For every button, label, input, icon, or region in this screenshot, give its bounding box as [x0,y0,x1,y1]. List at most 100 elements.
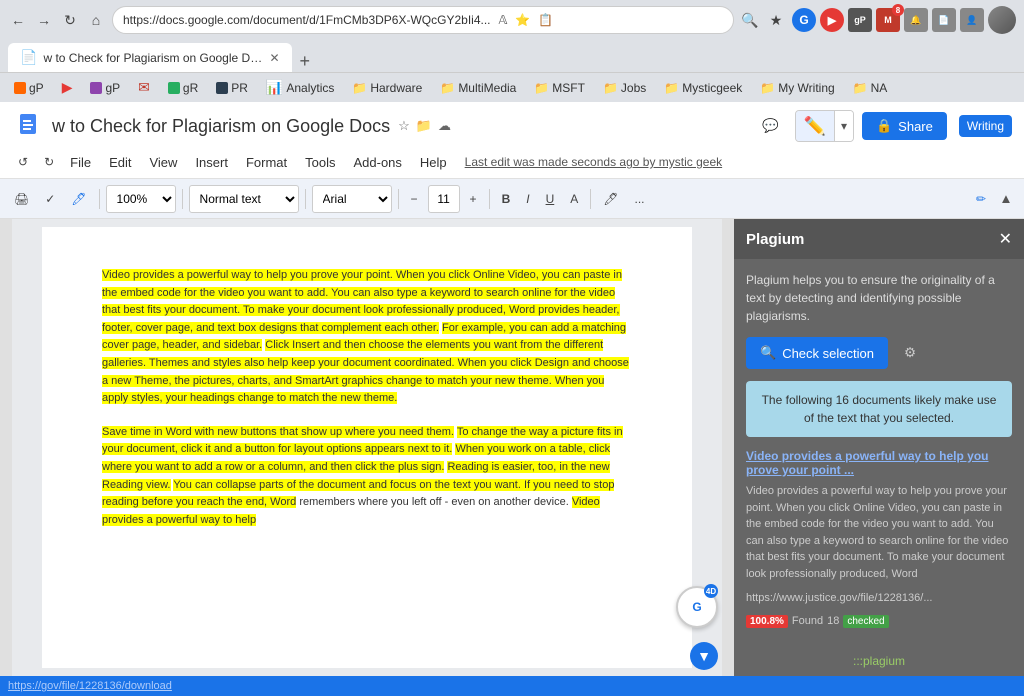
plagium-sidebar: Plagium ✕ Plagium helps you to ensure th… [734,219,1024,676]
favorites-button[interactable]: ★ [766,10,786,30]
highlight-button[interactable]: 🖊 [597,185,624,213]
bookmark-item-msft[interactable]: 📁 MSFT [528,79,591,97]
forward-button[interactable]: → [34,10,54,30]
move-icon[interactable]: 📁 [416,118,432,134]
gp2-icon [90,82,102,94]
menu-bar: ↺ ↻ File Edit View Insert Format Tools A… [12,146,1012,178]
font-decrease-button[interactable]: − [405,185,424,213]
font-increase-button[interactable]: + [464,185,483,213]
hardware-folder-icon: 📁 [352,81,367,95]
menu-help[interactable]: Help [412,151,455,174]
undo-button[interactable]: ↺ [12,148,34,176]
star-icon[interactable]: ☆ [398,118,410,134]
bookmarks-bar: gP ▶ gP ✉ gR PR 📊 Analytics 📁 Hardware 📁… [0,72,1024,102]
right-scrollbar[interactable] [722,219,734,676]
chat-icon-button[interactable]: 💬 [755,110,787,142]
bookmark-item-jobs[interactable]: 📁 Jobs [597,79,652,97]
grammarly-button[interactable]: G 4D [676,586,718,628]
plagium-header: Plagium ✕ [734,219,1024,259]
menu-tools[interactable]: Tools [297,151,343,174]
spell-check-button[interactable]: ✓ [39,185,61,213]
bookmark-item-multimedia[interactable]: 📁 MultiMedia [434,79,522,97]
bookmark-item-gpx[interactable]: gP [8,79,50,97]
bookmark-item-na[interactable]: 📁 NA [847,79,894,97]
writing-tab[interactable]: Writing [959,115,1012,137]
extension-icon-3[interactable]: 🔔 [904,8,928,32]
menu-addons[interactable]: Add-ons [345,151,409,174]
status-url[interactable]: https://gov/file/1228136/download [8,680,172,692]
paragraph-1: Video provides a powerful way to help yo… [102,267,632,408]
toolbar-collapse-button[interactable]: ▲ [996,189,1016,209]
google-account-icon[interactable]: G [792,8,816,32]
plagium-settings-button[interactable]: ⚙ [896,339,924,367]
plagium-result-link[interactable]: Video provides a powerful way to help yo… [746,449,1012,477]
scroll-down-button[interactable]: ▼ [690,642,718,670]
view-mode-toggle[interactable]: ✏️ ▾ [795,110,854,142]
bookmark-item-youtube[interactable]: ▶ [56,77,79,98]
check-selection-button[interactable]: 🔍 Check selection [746,337,888,369]
more-options-button[interactable]: ... [629,185,651,213]
style-select[interactable]: Normal text [189,185,299,213]
toolbar-divider-6 [590,189,591,209]
mysticgeek-folder-icon: 📁 [664,81,679,95]
doc-scroll-area[interactable]: Video provides a powerful way to help yo… [20,227,714,668]
refresh-button[interactable]: ↻ [60,10,80,30]
home-button[interactable]: ⌂ [86,10,106,30]
found-label: Found [792,615,823,627]
menu-view[interactable]: View [141,151,185,174]
cloud-icon: ☁ [438,118,451,134]
bookmark-item-gr[interactable]: gR [162,79,204,97]
extension-icon-2[interactable]: M 8 [876,8,900,32]
toolbar-divider-3 [305,189,306,209]
redo-button[interactable]: ↻ [38,148,60,176]
paint-format-button[interactable]: 🖊 [65,185,92,213]
extension-icon-1[interactable]: gP [848,8,872,32]
bookmark-item-mail[interactable]: ✉ [132,77,156,98]
font-size-input[interactable] [428,185,460,213]
back-button[interactable]: ← [8,10,28,30]
text-color-button[interactable]: A [564,185,584,213]
extension-icon-5[interactable]: 👤 [960,8,984,32]
read-mode-icon: 𝔸 [499,13,508,27]
bookmark-item-gp2[interactable]: gP [84,79,126,97]
menu-file[interactable]: File [62,151,99,174]
gdocs-title-bar: w to Check for Plagiarism on Google Docs… [12,106,1012,146]
address-bar[interactable]: https://docs.google.com/document/d/1FmCM… [112,6,734,34]
doc-area: Video provides a powerful way to help yo… [0,219,734,676]
italic-button[interactable]: I [520,185,535,213]
print-button[interactable]: 🖨 [8,185,35,213]
view-mode-chevron[interactable]: ▾ [834,111,853,141]
msft-folder-icon: 📁 [534,81,549,95]
underline-button[interactable]: U [540,185,561,213]
pen-mode-button[interactable]: ✏ [970,185,992,213]
extension-icon-4[interactable]: 📄 [932,8,956,32]
share-button[interactable]: 🔒 Share [862,112,947,140]
bookmark-item-mywriting[interactable]: 📁 My Writing [754,79,840,97]
collection-icon[interactable]: 📋 [538,13,553,27]
tab-title: w to Check for Plagiarism on Google Docs [43,51,263,65]
user-avatar[interactable] [988,6,1016,34]
bookmark-item-pr[interactable]: PR [210,79,254,97]
checked-badge: checked [843,615,888,628]
menu-edit[interactable]: Edit [101,151,139,174]
mywriting-folder-icon: 📁 [760,81,775,95]
plagium-close-button[interactable]: ✕ [999,229,1012,249]
active-tab[interactable]: 📄 w to Check for Plagiarism on Google Do… [8,43,292,72]
new-tab-icon[interactable]: + [300,51,311,72]
search-button[interactable]: 🔍 [740,10,760,30]
bookmark-item-hardware[interactable]: 📁 Hardware [346,79,428,97]
menu-format[interactable]: Format [238,151,295,174]
youtube-icon[interactable]: ▶ [820,8,844,32]
bookmark-item-analytics[interactable]: 📊 Analytics [260,77,340,98]
zoom-select[interactable]: 100% [106,185,176,213]
bookmark-star-icon[interactable]: ⭐ [515,13,530,27]
view-mode-button[interactable]: ✏️ [796,111,834,141]
tab-close-icon[interactable]: ✕ [269,51,279,65]
gdocs-logo [12,110,44,142]
font-select[interactable]: Arial [312,185,392,213]
browser-profile-area: G ▶ gP M 8 🔔 📄 👤 [792,6,1016,34]
left-margin-indicator [0,219,12,676]
bold-button[interactable]: B [496,185,517,213]
menu-insert[interactable]: Insert [187,151,236,174]
bookmark-item-mysticgeek[interactable]: 📁 Mysticgeek [658,79,748,97]
